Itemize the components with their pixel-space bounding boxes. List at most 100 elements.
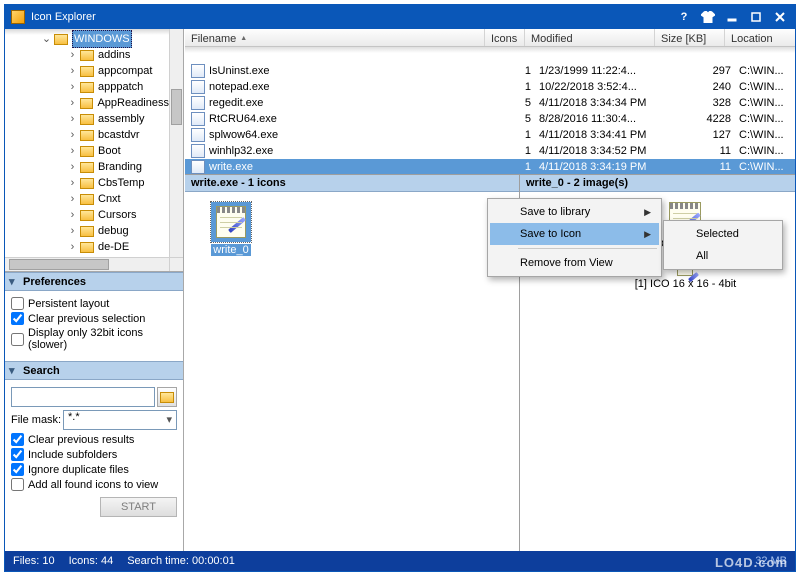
column-modified[interactable]: Modified: [525, 29, 655, 46]
folder-icon: [80, 82, 94, 93]
tree-node-windows[interactable]: WINDOWS: [72, 30, 132, 48]
table-row[interactable]: notepad.exe110/22/2018 3:52:4...240C:\WI…: [185, 79, 795, 95]
menu-item[interactable]: Remove from View: [490, 252, 659, 274]
tree-node[interactable]: AppReadiness: [97, 95, 169, 111]
pref-checkbox[interactable]: Clear previous selection: [11, 312, 177, 325]
pref-checkbox[interactable]: Display only 32bit icons (slower): [11, 327, 177, 351]
expander-icon[interactable]: ›: [67, 210, 78, 221]
icon-panel: write.exe - 1 icons write_0: [185, 175, 520, 551]
expander-icon[interactable]: ›: [67, 50, 78, 61]
tree-node[interactable]: Branding: [98, 159, 142, 175]
expander-icon[interactable]: ›: [67, 162, 78, 173]
file-icon: [191, 112, 205, 126]
folder-icon: [80, 114, 94, 125]
folder-icon: [80, 210, 94, 221]
menu-item[interactable]: Save to Icon: [490, 223, 659, 245]
table-row[interactable]: IsUninst.exe11/23/1999 11:22:4...297C:\W…: [185, 63, 795, 79]
maximize-button[interactable]: [747, 9, 765, 25]
folder-icon: [80, 162, 94, 173]
search-panel: File mask: *.* Clear previous results In…: [5, 380, 183, 525]
expander-icon[interactable]: ›: [67, 130, 78, 141]
help-icon[interactable]: ?: [675, 9, 693, 25]
status-time: Search time: 00:00:01: [127, 555, 235, 567]
preferences-header[interactable]: ▾ Preferences: [5, 272, 183, 291]
expander-icon[interactable]: ›: [67, 194, 78, 205]
folder-icon: [80, 130, 94, 141]
write-icon: [216, 206, 246, 238]
folder-icon: [54, 34, 68, 45]
tree-node[interactable]: assembly: [98, 111, 144, 127]
file-list[interactable]: FilenameIconsModifiedSize [KB]Location I…: [185, 29, 795, 175]
tree-node[interactable]: apppatch: [98, 79, 143, 95]
file-icon: [191, 64, 205, 78]
tree-node[interactable]: de-DE: [98, 239, 129, 255]
chevron-down-icon: ▾: [9, 275, 19, 288]
table-row[interactable]: splwow64.exe14/11/2018 3:34:41 PM127C:\W…: [185, 127, 795, 143]
status-files: Files: 10: [13, 555, 55, 567]
status-bar: Files: 10 Icons: 44 Search time: 00:00:0…: [5, 551, 795, 571]
folder-icon: [80, 242, 94, 253]
table-row[interactable]: regedit.exe54/11/2018 3:34:34 PM328C:\WI…: [185, 95, 795, 111]
column-filename[interactable]: Filename: [185, 29, 485, 46]
start-button[interactable]: START: [100, 497, 177, 517]
tree-node[interactable]: CbsTemp: [98, 175, 144, 191]
app-title: Icon Explorer: [31, 11, 96, 23]
filemask-select[interactable]: *.*: [63, 410, 177, 430]
folder-icon: [80, 146, 94, 157]
search-header[interactable]: ▾ Search: [5, 361, 183, 380]
folder-icon: [160, 392, 174, 403]
context-menu[interactable]: Save to librarySave to Icon Remove from V…: [487, 198, 662, 277]
tree-vertical-scrollbar[interactable]: [169, 29, 183, 257]
table-row[interactable]: write.exe14/11/2018 3:34:19 PM11C:\WIN..…: [185, 159, 795, 174]
table-row[interactable]: winhlp32.exe14/11/2018 3:34:52 PM11C:\WI…: [185, 143, 795, 159]
expander-icon[interactable]: ›: [67, 242, 78, 253]
watermark: LO4D.com: [715, 555, 788, 570]
folder-icon: [80, 66, 94, 77]
shirt-icon[interactable]: [699, 9, 717, 25]
browse-folder-button[interactable]: [157, 387, 177, 407]
column-headers[interactable]: FilenameIconsModifiedSize [KB]Location: [185, 29, 795, 47]
tree-horizontal-scrollbar[interactable]: [5, 257, 169, 271]
search-checkbox[interactable]: Include subfolders: [11, 448, 177, 461]
tree-node[interactable]: bcastdvr: [98, 127, 140, 143]
column-location[interactable]: Location: [725, 29, 795, 46]
icon-caption: write_0: [211, 244, 250, 256]
folder-tree[interactable]: ⌄ WINDOWS › addins › appcompat › apppatch › App…: [5, 29, 183, 272]
menu-item[interactable]: Save to library: [490, 201, 659, 223]
expander-icon[interactable]: ⌄: [41, 34, 52, 45]
close-button[interactable]: [771, 9, 789, 25]
folder-icon: [80, 50, 94, 61]
submenu-item[interactable]: All: [666, 245, 780, 267]
search-path-input[interactable]: [11, 387, 155, 407]
pref-checkbox[interactable]: Persistent layout: [11, 297, 177, 310]
search-checkbox[interactable]: Add all found icons to view: [11, 478, 177, 491]
file-icon: [191, 128, 205, 142]
search-title: Search: [23, 365, 60, 377]
expander-icon[interactable]: ›: [67, 146, 78, 157]
left-pane: ⌄ WINDOWS › addins › appcompat › apppatch › App…: [5, 29, 184, 551]
minimize-button[interactable]: [723, 9, 741, 25]
expander-icon[interactable]: ›: [67, 114, 78, 125]
tree-node[interactable]: Boot: [98, 143, 121, 159]
expander-icon[interactable]: ›: [67, 66, 78, 77]
tree-node[interactable]: Cnxt: [98, 191, 121, 207]
context-submenu[interactable]: SelectedAll: [663, 220, 783, 270]
column-icons[interactable]: Icons: [485, 29, 525, 46]
icon-thumbnail[interactable]: write_0: [201, 202, 261, 256]
expander-icon[interactable]: ›: [67, 82, 78, 93]
search-checkbox[interactable]: Ignore duplicate files: [11, 463, 177, 476]
chevron-down-icon: ▾: [9, 364, 19, 377]
column-size[interactable]: Size [KB]: [655, 29, 725, 46]
titlebar[interactable]: Icon Explorer ?: [5, 5, 795, 29]
expander-icon[interactable]: ›: [67, 178, 78, 189]
expander-icon[interactable]: ›: [67, 226, 78, 237]
tree-node[interactable]: debug: [98, 223, 129, 239]
tree-node[interactable]: appcompat: [98, 63, 152, 79]
table-row[interactable]: RtCRU64.exe58/28/2016 11:30:4...4228C:\W…: [185, 111, 795, 127]
tree-node[interactable]: Cursors: [98, 207, 137, 223]
search-checkbox[interactable]: Clear previous results: [11, 433, 177, 446]
tree-node[interactable]: addins: [98, 47, 130, 63]
submenu-item[interactable]: Selected: [666, 223, 780, 245]
app-icon: [11, 10, 25, 24]
expander-icon[interactable]: ›: [67, 98, 78, 109]
